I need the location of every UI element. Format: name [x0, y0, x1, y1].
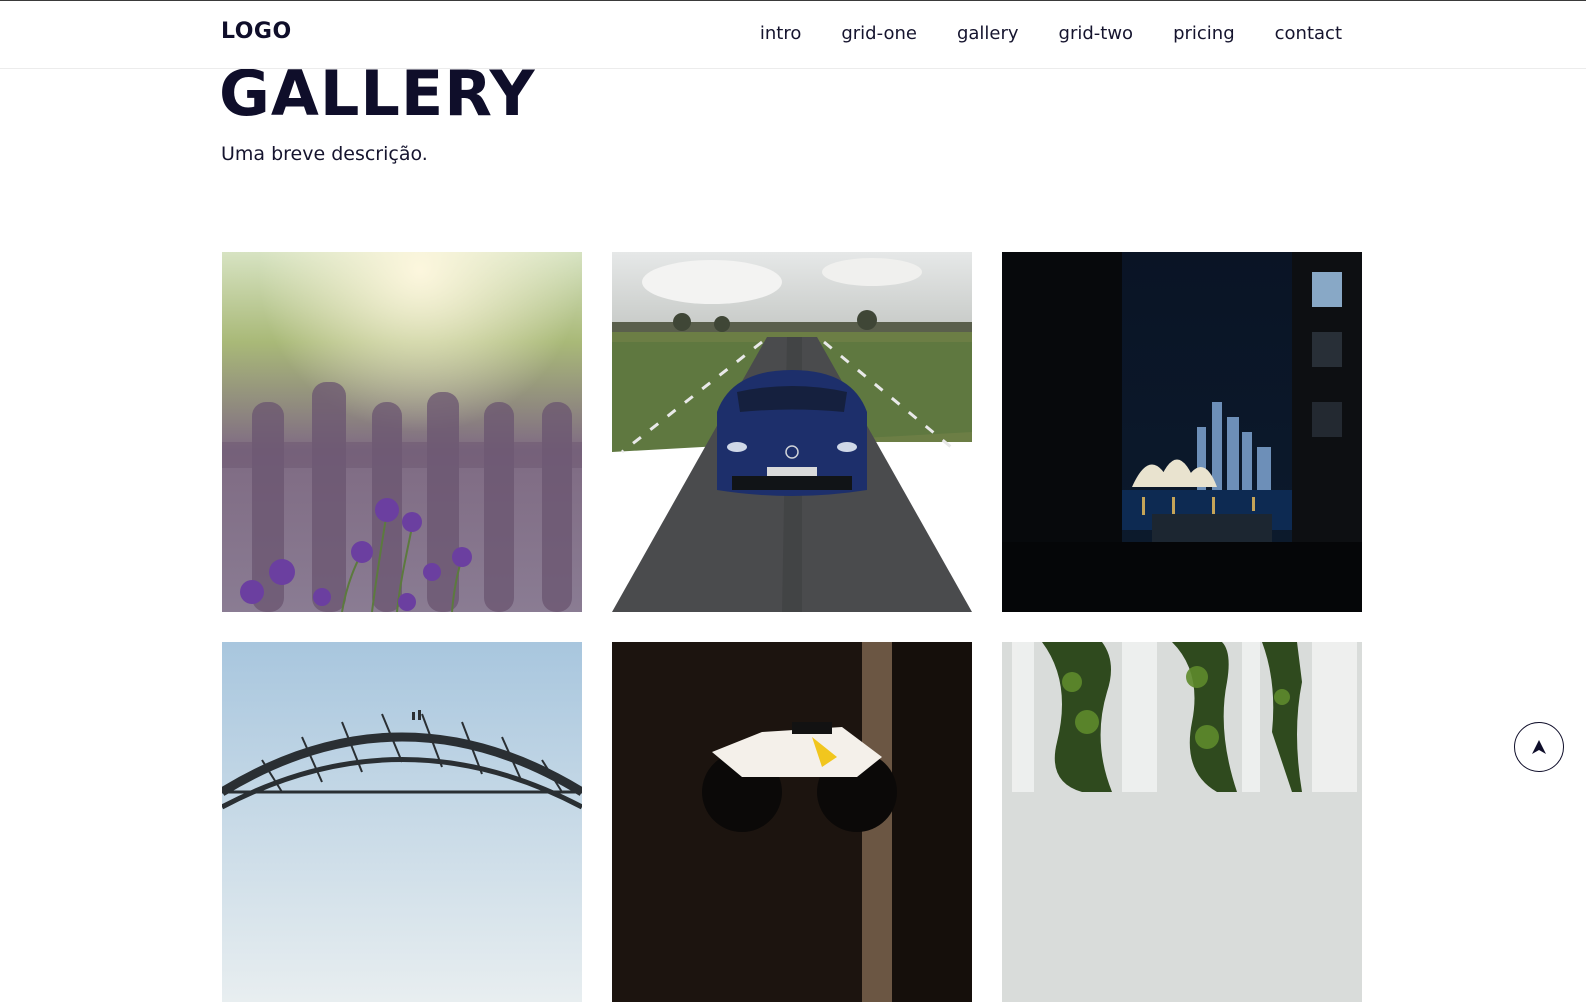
- gallery-image-flowers[interactable]: [222, 252, 582, 612]
- top-navbar: LOGO intro grid-one gallery grid-two pri…: [0, 0, 1586, 69]
- nav-item-grid-one[interactable]: grid-one: [841, 23, 917, 44]
- nav-item-grid-two[interactable]: grid-two: [1059, 23, 1134, 44]
- arrow-up-icon: [1532, 740, 1546, 754]
- main-nav: intro grid-one gallery grid-two pricing …: [720, 23, 1342, 44]
- nav-item-gallery[interactable]: gallery: [957, 23, 1019, 44]
- gallery-image-motorcycle[interactable]: [612, 642, 972, 1002]
- nav-item-pricing[interactable]: pricing: [1173, 23, 1235, 44]
- gallery-image-bridge[interactable]: [222, 642, 582, 1002]
- gallery-image-waterfall[interactable]: [1002, 642, 1362, 1002]
- nav-item-intro[interactable]: intro: [760, 23, 801, 44]
- back-to-top-button[interactable]: [1514, 722, 1564, 772]
- nav-item-contact[interactable]: contact: [1275, 23, 1342, 44]
- section-description: Uma breve descrição.: [221, 143, 428, 165]
- gallery-image-city-night[interactable]: [1002, 252, 1362, 612]
- gallery-image-car[interactable]: [612, 252, 972, 612]
- logo[interactable]: LOGO: [221, 19, 292, 44]
